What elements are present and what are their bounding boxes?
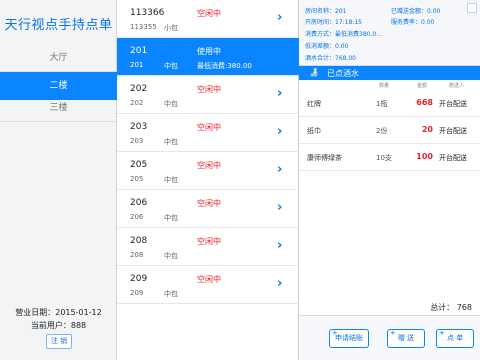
room-detail-panel: 房间名称：201 已赠送金额：0.00 开房时间：17:18:15 服务费率：0… xyxy=(299,0,480,360)
table-header: 数量 金额 赠送人 xyxy=(299,80,480,90)
room-status: 空闲中 xyxy=(197,275,221,284)
room-type: 中包 xyxy=(164,138,178,146)
room-row[interactable]: 209 空闲中 209 中包 › xyxy=(117,266,299,304)
order-label: 点 单 xyxy=(446,334,464,342)
sidebar: 天行视点手持点单 大厅 二楼 三楼 营业日期：2015-01-12 当前用户：8… xyxy=(0,0,117,360)
table-row[interactable]: 红牌 1瓶 668 开台配送 xyxy=(299,90,480,117)
chevron-right-icon: › xyxy=(277,10,283,25)
chevron-right-icon: › xyxy=(277,86,283,101)
room-status: 使用中 xyxy=(197,47,221,56)
room-row[interactable]: 113366 空闲中 113355 小包 › xyxy=(117,0,299,38)
room-code: 209 xyxy=(130,289,144,297)
room-number: 205 xyxy=(130,160,148,170)
room-status: 空闲中 xyxy=(197,199,221,208)
room-code: 113355 xyxy=(130,23,157,31)
room-code: 203 xyxy=(130,137,144,145)
item-amount: 100 xyxy=(416,152,433,161)
floor-tab-hall[interactable]: 大厅 xyxy=(0,44,117,72)
min-consumption-diff: 低消差额：0.00 xyxy=(305,43,349,50)
room-number: 113366 xyxy=(130,8,165,18)
plus-icon: + xyxy=(332,329,338,337)
room-status: 空闲中 xyxy=(197,161,221,170)
action-toolbar: + 申请结账 + 赠 送 + 点 单 xyxy=(299,315,480,360)
current-user: 当前用户：888 xyxy=(30,321,87,330)
room-min-consumption: 最低消费:380.00 xyxy=(197,62,252,70)
item-action: 开台配送 xyxy=(439,127,467,135)
room-status: 空闲中 xyxy=(197,123,221,132)
room-list: 113366 空闲中 113355 小包 › 201 使用中 201 中包 最低… xyxy=(117,0,299,360)
room-number: 201 xyxy=(130,46,148,56)
order-button[interactable]: + 点 单 xyxy=(436,329,474,348)
room-status: 空闲中 xyxy=(197,85,221,94)
item-name: 红牌 xyxy=(307,100,321,108)
table-row[interactable]: 康师傅绿茶 10支 100 开台配送 xyxy=(299,144,480,171)
room-status: 空闲中 xyxy=(197,237,221,246)
chevron-right-icon: › xyxy=(277,162,283,177)
item-amount: 668 xyxy=(416,98,433,107)
room-code: 206 xyxy=(130,213,144,221)
room-info: 房间名称：201 已赠送金额：0.00 开房时间：17:18:15 服务费率：0… xyxy=(299,0,480,66)
item-name: 纸巾 xyxy=(307,127,321,135)
floor-tab-third[interactable]: 三楼 xyxy=(0,94,117,122)
chevron-right-icon: › xyxy=(277,200,283,215)
chevron-right-icon: › xyxy=(277,238,283,253)
room-number: 206 xyxy=(130,198,148,208)
business-date: 营业日期：2015-01-12 xyxy=(15,308,102,317)
room-row[interactable]: 205 空闲中 205 中包 › xyxy=(117,152,299,190)
chevron-right-icon: › xyxy=(277,124,283,139)
request-checkout-button[interactable]: + 申请结账 xyxy=(329,329,369,348)
room-code: 205 xyxy=(130,175,144,183)
room-type: 中包 xyxy=(164,214,178,222)
room-name: 房间名称：201 xyxy=(305,8,347,15)
item-name: 康师傅绿茶 xyxy=(307,154,342,162)
logout-button[interactable]: 注 销 xyxy=(46,334,72,349)
room-number: 202 xyxy=(130,84,148,94)
room-type: 中包 xyxy=(164,62,178,70)
gift-button[interactable]: + 赠 送 xyxy=(387,329,425,348)
room-row-selected[interactable]: 201 使用中 201 中包 最低消费:380.00 xyxy=(117,38,299,76)
gift-amount: 已赠送金额：0.00 xyxy=(391,8,441,15)
served-drinks-label: 已点酒水 xyxy=(327,69,359,78)
gift-label: 赠 送 xyxy=(397,334,415,342)
room-row[interactable]: 208 空闲中 208 中包 › xyxy=(117,228,299,266)
room-number: 208 xyxy=(130,236,148,246)
column-amount: 金额 xyxy=(417,83,428,89)
item-amount: 20 xyxy=(421,125,433,134)
request-checkout-label: 申请结账 xyxy=(335,334,363,342)
item-qty: 1瓶 xyxy=(376,100,388,108)
consume-method: 消费方式：最低消费380.0... xyxy=(305,31,382,38)
room-row[interactable]: 202 空闲中 202 中包 › xyxy=(117,76,299,114)
service-rate: 服务费率：0.00 xyxy=(391,19,435,26)
room-status: 空闲中 xyxy=(197,9,221,18)
column-giver: 赠送人 xyxy=(449,83,465,89)
table-row[interactable]: 纸巾 2份 20 开台配送 xyxy=(299,117,480,144)
order-total: 总计： 768 xyxy=(430,303,472,312)
room-number: 203 xyxy=(130,122,148,132)
item-qty: 10支 xyxy=(376,154,392,162)
room-type: 小包 xyxy=(164,24,178,32)
room-code: 202 xyxy=(130,99,144,107)
item-action: 开台配送 xyxy=(439,154,467,162)
room-type: 中包 xyxy=(164,176,178,184)
room-type: 中包 xyxy=(164,100,178,108)
room-row[interactable]: 206 空闲中 206 中包 › xyxy=(117,190,299,228)
room-number: 209 xyxy=(130,274,148,284)
select-checkbox[interactable] xyxy=(467,3,477,13)
item-qty: 2份 xyxy=(376,127,388,135)
column-qty: 数量 xyxy=(379,83,390,89)
room-code: 208 xyxy=(130,251,144,259)
plus-icon: + xyxy=(439,329,445,337)
chevron-right-icon: › xyxy=(277,276,283,291)
app-title: 天行视点手持点单 xyxy=(4,18,113,33)
drink-icon: 🍶 xyxy=(309,68,319,77)
room-type: 中包 xyxy=(164,290,178,298)
open-time: 开房时间：17:18:15 xyxy=(305,19,362,26)
plus-icon: + xyxy=(390,329,396,337)
room-row[interactable]: 203 空闲中 203 中包 › xyxy=(117,114,299,152)
room-code: 201 xyxy=(130,61,144,69)
served-drinks-header: 🍶 已点酒水 xyxy=(299,66,480,80)
drinks-total: 酒水合计：768.00 xyxy=(305,55,356,62)
room-type: 中包 xyxy=(164,252,178,260)
item-action: 开台配送 xyxy=(439,100,467,108)
